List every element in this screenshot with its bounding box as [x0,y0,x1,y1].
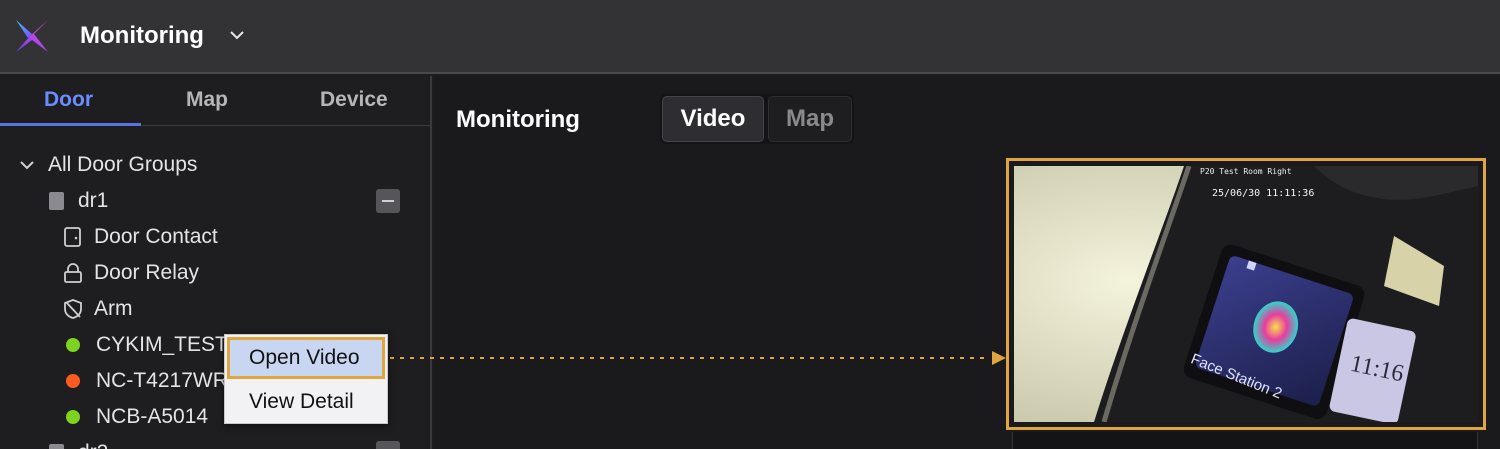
tree-door-dr1[interactable]: dr1 [46,185,108,217]
status-dot-online [66,410,80,424]
tree-device-ncb-a5014[interactable]: NCB-A5014 [66,401,208,433]
shield-off-icon [64,299,82,319]
logo-icon[interactable] [12,16,52,56]
chevron-down-icon[interactable] [16,154,38,176]
top-bar: Monitoring [0,0,1500,74]
tab-map-view[interactable]: Map [768,96,852,142]
device-label: CYKIM_TEST [96,333,228,356]
connector-arrow-icon [390,351,1006,365]
tree-device-nc-t4217wr[interactable]: NC-T4217WR [66,365,228,397]
door-icon [49,444,64,449]
video-feed[interactable]: P20 Test Room Right 25/06/30 11:11:36 Fa… [1014,166,1478,422]
sidebar-tabs: Door Map Device [0,76,430,126]
door-contact-icon [64,227,81,247]
door-label: dr2 [78,441,108,449]
tab-video[interactable]: Video [662,96,764,142]
active-tab-indicator [0,123,141,126]
video-panel-footer [1012,432,1478,449]
osd-camera-name: P20 Test Room Right [1200,167,1292,176]
tab-door[interactable]: Door [44,88,93,112]
app-title[interactable]: Monitoring [80,22,204,50]
chevron-down-icon[interactable] [226,24,248,46]
menu-item-open-video[interactable]: Open Video [227,337,385,379]
door-label: dr1 [78,189,109,212]
tree-device-cykim-test[interactable]: CYKIM_TEST [66,329,228,361]
status-dot-online [66,338,80,352]
context-menu: Open Video View Detail [224,334,388,424]
collapse-button[interactable] [376,189,400,213]
status-dot-offline [66,374,80,388]
view-toggle: Video Map [660,94,854,144]
tree-item-door-contact[interactable]: Door Contact [62,221,218,253]
door-icon [49,192,64,210]
tree-item-label: Door Relay [94,261,200,284]
device-label: NCB-A5014 [96,405,209,428]
video-panel[interactable]: P20 Test Room Right 25/06/30 11:11:36 Fa… [1006,158,1486,430]
tree-item-label: Arm [94,297,133,320]
tree-item-door-relay[interactable]: Door Relay [62,257,199,289]
tree-item-label: Door Contact [94,225,218,248]
tab-device[interactable]: Device [320,88,388,112]
page-title: Monitoring [456,106,580,133]
tab-map[interactable]: Map [186,88,228,112]
tree-root-all-door-groups[interactable]: All Door Groups [16,149,197,181]
device-label: NC-T4217WR [96,369,228,392]
menu-item-view-detail[interactable]: View Detail [227,381,385,423]
tree-door-dr2[interactable]: dr2 [46,437,108,449]
osd-timestamp: 25/06/30 11:11:36 [1212,188,1315,199]
lock-icon [64,263,82,283]
collapse-button[interactable] [376,441,400,449]
tree-item-arm[interactable]: Arm [62,293,133,325]
tree-root-label: All Door Groups [48,153,198,176]
